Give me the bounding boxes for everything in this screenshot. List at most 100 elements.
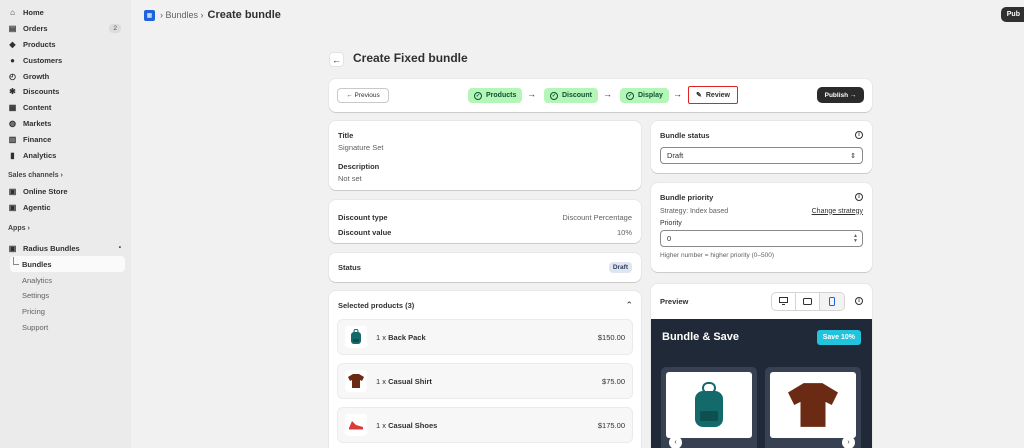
back-button[interactable]: ← (329, 52, 344, 67)
step-products[interactable]: ✓ Products (468, 88, 523, 103)
previous-button[interactable]: ← Previous (337, 88, 389, 103)
sidebar-item-agentic[interactable]: ▣ Agentic (0, 200, 131, 216)
sidebar-item-orders[interactable]: ▤ Orders 2 (0, 21, 131, 37)
backpack-thumbnail (345, 326, 367, 348)
sidebar-item-content[interactable]: ▦ Content (0, 100, 131, 116)
info-icon[interactable]: i (855, 131, 863, 139)
sidebar-subitem-bundles[interactable]: Bundles (10, 256, 125, 273)
list-item: 1 x Casual Shirt $75.00 (337, 363, 633, 399)
priority-input[interactable]: 0 ▲ ▼ (660, 230, 863, 247)
sidebar-item-analytics[interactable]: ▮ Analytics (0, 147, 131, 163)
info-icon[interactable]: i (855, 297, 863, 305)
arrow-left-icon: ← (332, 54, 341, 65)
sidebar-item-radius-bundles[interactable]: ▣ Radius Bundles • (0, 241, 131, 257)
carousel-next-button[interactable]: › (842, 436, 855, 448)
step-discount[interactable]: ✓ Discount (544, 88, 598, 103)
mobile-icon[interactable] (820, 292, 844, 310)
status-badge: Draft (608, 262, 632, 273)
info-icon[interactable]: i (855, 193, 863, 201)
stepper-arrows-icon[interactable]: ▲ ▼ (853, 233, 858, 244)
chevron-up-icon[interactable]: ⌃ (625, 300, 633, 311)
priority-help-text: Higher number = higher priority (0–500) (660, 252, 774, 259)
bundle-preview: Bundle & Save Save 10% ‹ › (651, 319, 872, 448)
publish-button[interactable]: Publish → (817, 87, 864, 103)
arrow-right-icon: → (673, 89, 682, 99)
priority-label: Priority (660, 220, 682, 227)
list-item: 1 x Casual Shoes $175.00 (337, 407, 633, 443)
app-logo-icon: ▦ (144, 9, 155, 21)
sidebar-item-online-store[interactable]: ▣ Online Store (0, 184, 131, 200)
home-icon: ⌂ (10, 8, 15, 18)
arrow-right-icon: → (527, 89, 536, 99)
desktop-icon[interactable] (772, 292, 796, 310)
description-label: Description (338, 162, 380, 171)
bundle-status-card: Bundle status i Draft ⇕ (651, 121, 872, 173)
page-title: Create Fixed bundle (353, 51, 468, 65)
status-card: Status Draft (329, 253, 641, 282)
discount-icon: ✱ (9, 87, 16, 97)
count-badge: 2 (109, 24, 121, 34)
change-strategy-link[interactable]: Change strategy (812, 208, 863, 215)
pencil-icon: ✎ (696, 92, 702, 99)
bundle-info-card: Title Signature Set Description Not set (329, 121, 641, 190)
step-display[interactable]: ✓ Display (620, 88, 669, 103)
tag-icon: ◆ (9, 39, 16, 49)
stepper-card: ← Previous ✓ Products → ✓ Discount → ✓ D… (329, 79, 872, 112)
selected-products-card: Selected products (3) ⌃ 1 x Back Pack $1… (329, 291, 641, 448)
bundle-status-select[interactable]: Draft ⇕ (660, 147, 863, 164)
backpack-image (666, 372, 752, 438)
check-circle-icon: ✓ (626, 91, 634, 100)
description-value: Not set (338, 174, 362, 183)
tree-connector (13, 257, 19, 266)
discount-type-label: Discount type (338, 212, 388, 222)
sidebar-subitem-settings[interactable]: Settings (0, 288, 131, 304)
pin-icon[interactable]: • (119, 245, 121, 251)
agentic-icon: ▣ (8, 203, 17, 213)
carousel-prev-button[interactable]: ‹ (669, 436, 682, 448)
sidebar-item-growth[interactable]: ◴ Growth (0, 68, 131, 84)
check-circle-icon: ✓ (474, 91, 482, 100)
bar-chart-icon: ▮ (10, 150, 15, 160)
sidebar-item-customers[interactable]: ● Customers (0, 52, 131, 68)
discount-card: Discount type Discount Percentage Discou… (329, 200, 641, 243)
preview-card: Preview i Bundle & Save Save 10% ‹ › (651, 284, 872, 448)
arrow-right-icon: → (603, 89, 612, 99)
bank-icon: ▥ (8, 134, 17, 144)
sidebar-subitem-analytics[interactable]: Analytics (0, 272, 131, 288)
topbar: ▦ › Bundles › Create bundle Pub (131, 0, 1024, 30)
sidebar-item-discounts[interactable]: ✱ Discounts (0, 84, 131, 100)
sidebar-item-markets[interactable]: ◍ Markets (0, 116, 131, 132)
bundle-priority-label: Bundle priority (660, 192, 714, 202)
sidebar-subitem-support[interactable]: Support (0, 320, 131, 336)
apps-heading[interactable]: Apps › (0, 221, 131, 237)
preview-label: Preview (660, 296, 689, 306)
sales-channels-heading[interactable]: Sales channels › (0, 168, 131, 184)
page-breadcrumb-current: Create bundle (207, 9, 281, 21)
orders-icon: ▤ (8, 24, 17, 34)
sidebar-item-finance[interactable]: ▥ Finance (0, 131, 131, 147)
device-toggle (771, 291, 845, 311)
selected-products-header[interactable]: Selected products (3) ⌃ (337, 291, 633, 319)
globe-icon: ◍ (9, 118, 16, 128)
store-icon: ▣ (8, 187, 17, 197)
title-value: Signature Set (338, 143, 384, 152)
shirt-image (770, 372, 856, 438)
shoes-thumbnail (345, 414, 367, 436)
discount-value-label: Discount value (338, 227, 392, 237)
step-review[interactable]: ✎ Review (688, 86, 738, 104)
sidebar-item-home[interactable]: ⌂ Home (0, 5, 131, 21)
shirt-thumbnail (345, 370, 367, 392)
app-icon: ▣ (8, 243, 17, 253)
bundle-priority-card: Bundle priority i Strategy: Index based … (651, 183, 872, 272)
breadcrumb[interactable]: › Bundles › (160, 10, 204, 20)
discount-type-value: Discount Percentage (562, 212, 632, 222)
publish-top-button[interactable]: Pub (1000, 7, 1024, 22)
sidebar-item-products[interactable]: ◆ Products (0, 37, 131, 53)
select-chevron-icon: ⇕ (850, 152, 856, 160)
sidebar-subitem-pricing[interactable]: Pricing (0, 304, 131, 320)
title-label: Title (338, 131, 354, 140)
discount-value-value: 10% (616, 227, 632, 237)
check-circle-icon: ✓ (550, 91, 558, 100)
tablet-icon[interactable] (796, 292, 820, 310)
sidebar: ⌂ Home ▤ Orders 2 ◆ Products ● Customers ◴ Growth ✱… (0, 0, 131, 448)
